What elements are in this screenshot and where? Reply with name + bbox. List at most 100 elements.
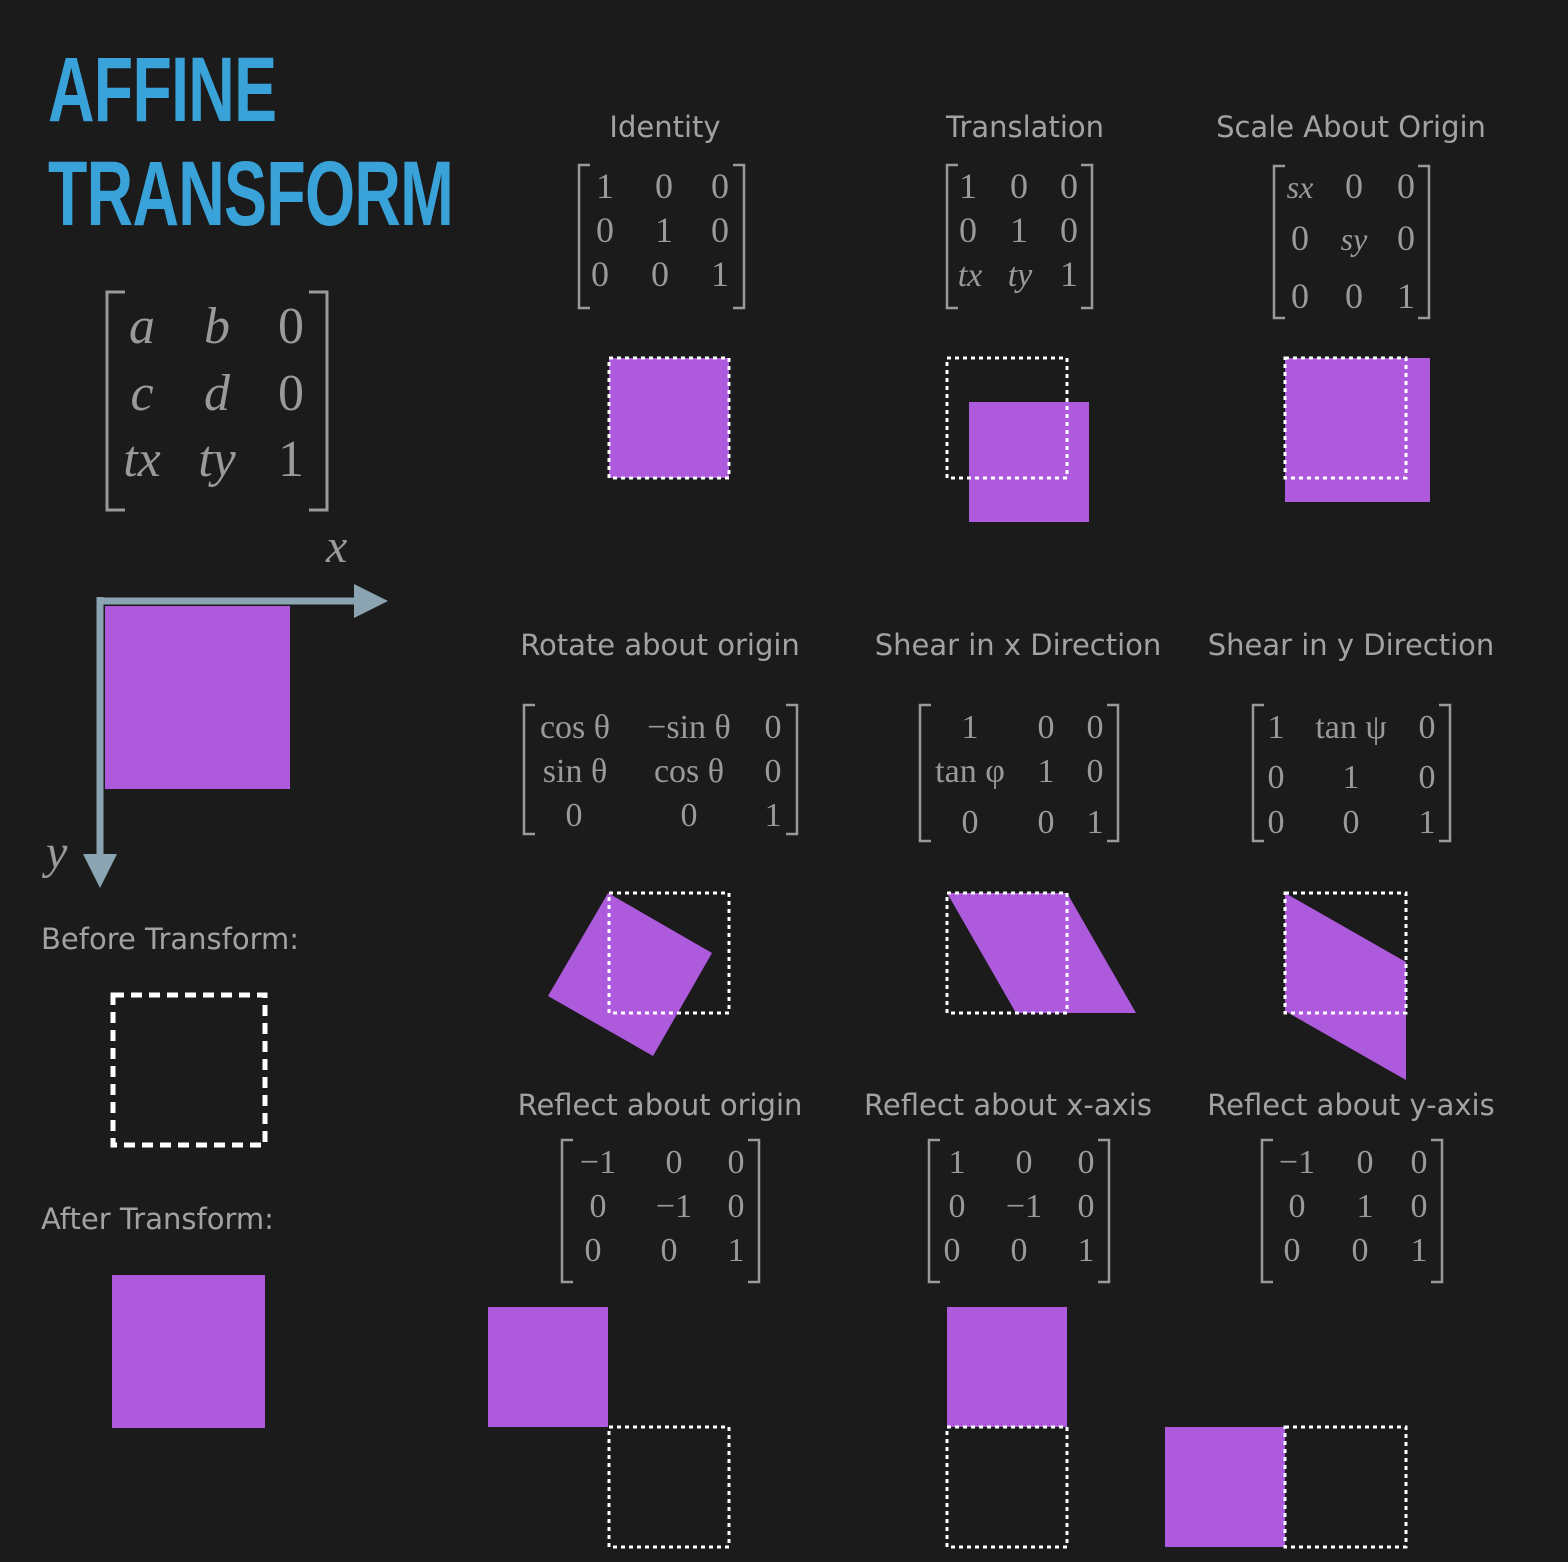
matrix-cell: 0 bbox=[655, 166, 673, 206]
matrix-cell: 0 bbox=[1357, 1144, 1374, 1181]
matrix-cell: b bbox=[204, 298, 230, 355]
matrix-bracket-right bbox=[1107, 703, 1120, 843]
matrix-scale: sx 0 0 0 sy 0 0 0 1 bbox=[1272, 164, 1431, 320]
matrix-bracket-right bbox=[733, 163, 746, 310]
matrix-bracket-left bbox=[577, 163, 590, 310]
matrix-bracket-right bbox=[786, 703, 799, 836]
matrix-cell: 0 bbox=[1397, 166, 1415, 206]
matrix-cell: −1 bbox=[656, 1188, 692, 1225]
matrix-bracket-left bbox=[560, 1138, 573, 1284]
shape-reflect-y bbox=[1165, 1425, 1408, 1549]
matrix-cell: 0 bbox=[1087, 709, 1104, 746]
matrix-cell: 0 bbox=[566, 797, 583, 834]
matrix-cell: 0 bbox=[959, 210, 977, 250]
matrix-bracket-right bbox=[1431, 1138, 1444, 1284]
matrix-cell: 0 bbox=[1284, 1232, 1301, 1269]
shape-shear-y bbox=[1283, 891, 1408, 1080]
matrix-cell: 0 bbox=[666, 1144, 683, 1181]
matrix-cell: −1 bbox=[1006, 1188, 1042, 1225]
matrix-translation: 1 0 0 0 1 0 tx ty 1 bbox=[945, 163, 1094, 310]
matrix-cell: 1 bbox=[1343, 759, 1360, 796]
transformed-square bbox=[947, 893, 1136, 1013]
matrix-cell: 1 bbox=[1087, 804, 1104, 841]
matrix-cell: 1 bbox=[1060, 254, 1078, 294]
transformed-square bbox=[548, 893, 712, 1056]
matrix-shear-x: 1 0 0 tan φ 1 0 0 0 1 bbox=[918, 703, 1120, 843]
before-transform-swatch bbox=[110, 992, 268, 1148]
matrix-cell: 0 bbox=[1038, 709, 1055, 746]
matrix-cell: 0 bbox=[1087, 753, 1104, 790]
matrix-cell: 1 bbox=[1419, 804, 1436, 841]
matrix-bracket-left bbox=[1272, 164, 1285, 320]
matrix-reflect-origin: −1 0 0 0 −1 0 0 0 1 bbox=[560, 1138, 761, 1284]
matrix-cell: 1 bbox=[728, 1232, 745, 1269]
matrix-cell: 0 bbox=[949, 1188, 966, 1225]
matrix-cell: tan φ bbox=[935, 753, 1005, 790]
matrix-rotate: cos θ −sin θ 0 sin θ cos θ 0 0 0 1 bbox=[522, 703, 799, 836]
transformed-square bbox=[1285, 358, 1430, 502]
matrix-cell: 0 bbox=[944, 1232, 961, 1269]
matrix-cell: 1 bbox=[596, 166, 614, 206]
matrix-cell: 1 bbox=[962, 709, 979, 746]
matrix-bracket-left bbox=[1260, 1138, 1273, 1284]
original-outline bbox=[607, 1425, 731, 1549]
matrix-reflect-x: 1 0 0 0 −1 0 0 0 1 bbox=[927, 1138, 1111, 1284]
matrix-bracket-right bbox=[1439, 703, 1452, 843]
matrix-cell: 1 bbox=[1038, 753, 1055, 790]
unit-square bbox=[105, 606, 290, 789]
matrix-cell: tx bbox=[123, 431, 161, 488]
matrix-bracket-left bbox=[945, 163, 958, 310]
matrix-cell: 0 bbox=[1060, 210, 1078, 250]
y-axis-arrowhead bbox=[83, 854, 117, 888]
matrix-cell: 0 bbox=[1268, 804, 1285, 841]
matrix-identity: 1 0 0 0 1 0 0 0 1 bbox=[577, 163, 746, 310]
matrix-cell: 0 bbox=[596, 210, 614, 250]
matrix-cell: 1 bbox=[1010, 210, 1028, 250]
matrix-cell: 0 bbox=[681, 797, 698, 834]
matrix-cell: 1 bbox=[1268, 709, 1285, 746]
shape-identity bbox=[607, 356, 731, 480]
matrix-cell: 0 bbox=[661, 1232, 678, 1269]
matrix-cell: 0 bbox=[1397, 218, 1415, 258]
matrix-cell: 1 bbox=[278, 431, 304, 488]
matrix-cell: 0 bbox=[1016, 1144, 1033, 1181]
matrix-cell: 0 bbox=[1345, 276, 1363, 316]
matrix-cell: 0 bbox=[1078, 1144, 1095, 1181]
matrix-cell: 1 bbox=[1078, 1232, 1095, 1269]
matrix-bracket-left bbox=[927, 1138, 940, 1284]
matrix-cell: 0 bbox=[1419, 709, 1436, 746]
matrix-cell: 1 bbox=[959, 166, 977, 206]
matrix-cell: 0 bbox=[765, 753, 782, 790]
matrix-bracket-right bbox=[1081, 163, 1094, 310]
matrix-cell: ty bbox=[1008, 257, 1033, 294]
matrix-cell: sy bbox=[1341, 221, 1368, 257]
matrix-cell: 0 bbox=[1010, 166, 1028, 206]
matrix-cell: 1 bbox=[1397, 276, 1415, 316]
matrix-cell: 0 bbox=[585, 1232, 602, 1269]
matrix-cell: 0 bbox=[651, 254, 669, 294]
diagram-canvas: x y a b 0 c d 0 tx ty 1 1 0 0 0 1 0 0 0 … bbox=[41, 163, 1452, 1549]
matrix-cell: 0 bbox=[1038, 804, 1055, 841]
matrix-bracket-right bbox=[1098, 1138, 1111, 1284]
matrix-cell: 0 bbox=[1352, 1232, 1369, 1269]
x-axis-arrowhead bbox=[354, 584, 388, 618]
transformed-square bbox=[1285, 893, 1406, 1080]
matrix-cell: 0 bbox=[1291, 218, 1309, 258]
transformed-square bbox=[969, 402, 1089, 522]
transformed-square bbox=[609, 358, 729, 478]
matrix-cell: 0 bbox=[1411, 1188, 1428, 1225]
matrix-bracket-right bbox=[1418, 164, 1431, 320]
shape-reflect-x bbox=[945, 1307, 1069, 1549]
matrix-cell: 0 bbox=[1078, 1188, 1095, 1225]
matrix-cell: tx bbox=[958, 257, 983, 294]
matrix-cell: 0 bbox=[1345, 166, 1363, 206]
matrix-cell: 0 bbox=[711, 166, 729, 206]
matrix-cell: 0 bbox=[1419, 759, 1436, 796]
matrix-cell: 0 bbox=[278, 365, 304, 422]
matrix-cell: 0 bbox=[278, 298, 304, 355]
shape-translation bbox=[945, 356, 1089, 522]
matrix-cell: 0 bbox=[1289, 1188, 1306, 1225]
matrix-bracket-right bbox=[748, 1138, 761, 1284]
matrix-shear-y: 1 tan ψ 0 0 1 0 0 0 1 bbox=[1251, 703, 1452, 843]
transformed-square bbox=[947, 1307, 1067, 1427]
